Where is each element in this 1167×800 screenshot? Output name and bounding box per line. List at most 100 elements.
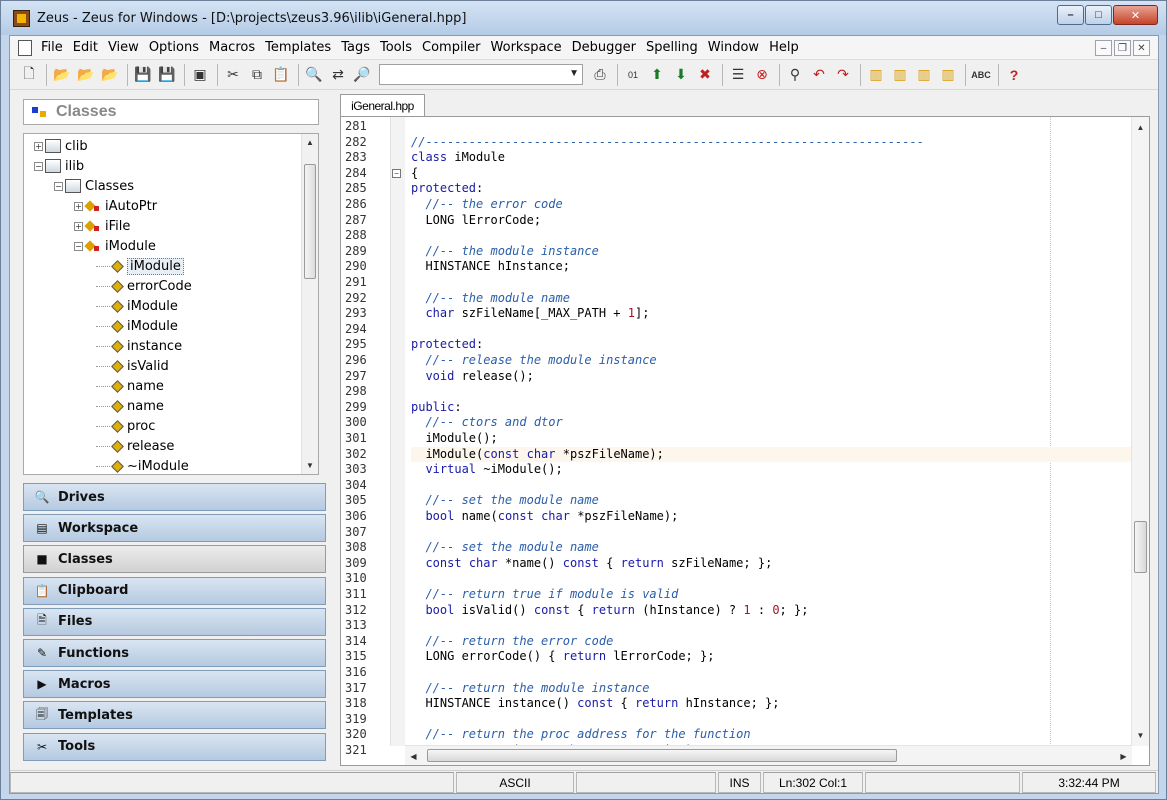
search-combo[interactable]: ▼ — [379, 64, 583, 85]
arrow-down-icon[interactable]: ⬇ — [670, 64, 692, 86]
code-line[interactable]: //-- set the module name — [411, 493, 1131, 509]
vertical-scrollbar[interactable]: ▲ ▼ — [1131, 117, 1149, 746]
menu-tags[interactable]: Tags — [336, 40, 375, 55]
tree-item[interactable]: instance — [96, 336, 182, 356]
tree-item[interactable]: − iModule — [74, 236, 156, 256]
expand-icon[interactable]: + — [74, 221, 83, 231]
tree-item[interactable]: name — [96, 396, 164, 416]
menu-help[interactable]: Help — [764, 40, 804, 55]
clip-4-icon[interactable]: ▥ — [937, 64, 959, 86]
code-line[interactable] — [411, 275, 1131, 291]
code-line[interactable]: //-- return the module instance — [411, 681, 1131, 697]
copy-icon[interactable]: ⧉ — [246, 64, 268, 86]
code-area[interactable]: //--------------------------------------… — [405, 117, 1132, 757]
code-line[interactable]: //-- release the module instance — [411, 353, 1131, 369]
open-3-icon[interactable]: 📂 — [99, 64, 121, 86]
code-line[interactable] — [411, 478, 1131, 494]
mdi-restore-button[interactable]: ❐ — [1114, 40, 1131, 56]
chevron-down-icon[interactable]: ▼ — [569, 68, 579, 79]
tree-item[interactable]: iModule — [96, 256, 184, 276]
code-line[interactable]: void release(); — [411, 369, 1131, 385]
menu-macros[interactable]: Macros — [204, 40, 260, 55]
collapse-icon[interactable]: − — [74, 241, 83, 251]
menu-view[interactable]: View — [103, 40, 144, 55]
menu-compiler[interactable]: Compiler — [417, 40, 486, 55]
code-line[interactable] — [411, 571, 1131, 587]
code-line[interactable]: public: — [411, 400, 1131, 416]
code-editor[interactable]: 281 282 283 284 285 286 287 288 289 290 291 292 293 2… — [340, 116, 1150, 766]
redo-arrow-icon[interactable]: ↷ — [832, 64, 854, 86]
code-line[interactable]: LONG lErrorCode; — [411, 213, 1131, 229]
menu-window[interactable]: Window — [703, 40, 764, 55]
code-line[interactable]: //-- the module instance — [411, 244, 1131, 260]
clip-3-icon[interactable]: ▥ — [913, 64, 935, 86]
tree-item[interactable]: name — [96, 376, 164, 396]
replace-icon[interactable]: ⇄ — [327, 64, 349, 86]
code-line[interactable]: HINSTANCE hInstance; — [411, 259, 1131, 275]
code-line[interactable]: //-- return the error code — [411, 634, 1131, 650]
expand-icon[interactable]: + — [74, 201, 83, 211]
zeus-app-icon[interactable] — [13, 10, 30, 27]
tool-icon[interactable]: ⊗ — [751, 64, 773, 86]
save-all-icon[interactable]: 💾 — [156, 64, 178, 86]
find-files-icon[interactable]: 🔎 — [351, 64, 373, 86]
panel-button-functions[interactable]: ✎ Functions — [23, 639, 326, 667]
code-line[interactable] — [411, 712, 1131, 728]
tree-item[interactable]: + iFile — [74, 216, 130, 236]
minimize-button[interactable]: – — [1057, 5, 1084, 25]
menu-options[interactable]: Options — [144, 40, 204, 55]
find-icon[interactable]: 🔍 — [303, 64, 325, 86]
code-line[interactable] — [411, 525, 1131, 541]
tree-item[interactable]: + clib — [34, 136, 88, 156]
horizontal-scroll-thumb[interactable] — [427, 749, 897, 762]
panel-button-drives[interactable]: 🔍 Drives — [23, 483, 326, 511]
code-line[interactable]: protected: — [411, 181, 1131, 197]
code-line[interactable]: //-- ctors and dtor — [411, 415, 1131, 431]
fold-collapse-icon[interactable]: − — [392, 168, 401, 178]
open-2-icon[interactable]: 📂 — [75, 64, 97, 86]
code-line[interactable] — [411, 119, 1131, 135]
spy-icon[interactable]: ⚲ — [784, 64, 806, 86]
panel-button-tools[interactable]: ✂ Tools — [23, 732, 326, 761]
scroll-left-icon[interactable]: ◀ — [405, 748, 422, 764]
menu-templates[interactable]: Templates — [260, 40, 336, 55]
code-line[interactable] — [411, 384, 1131, 400]
tree-item[interactable]: − ilib — [34, 156, 84, 176]
code-line[interactable]: //-- the module name — [411, 291, 1131, 307]
menu-workspace[interactable]: Workspace — [486, 40, 567, 55]
print-icon[interactable]: ⎙ — [589, 64, 611, 86]
print-preview-icon[interactable]: ▣ — [189, 64, 211, 86]
mdi-minimize-button[interactable]: – — [1095, 40, 1112, 56]
menu-edit[interactable]: Edit — [68, 40, 103, 55]
tree-item[interactable]: proc — [96, 416, 155, 436]
tree-item[interactable]: − Classes — [54, 176, 134, 196]
collapse-icon[interactable]: − — [54, 181, 63, 191]
maximize-button[interactable]: □ — [1085, 5, 1112, 25]
tree-item[interactable]: ~iModule — [96, 456, 189, 474]
tree-item[interactable]: iModule — [96, 316, 178, 336]
code-line[interactable]: HINSTANCE instance() const { return hIns… — [411, 696, 1131, 712]
code-line[interactable]: //-- the error code — [411, 197, 1131, 213]
menu-spelling[interactable]: Spelling — [641, 40, 703, 55]
clip-1-icon[interactable]: ▥ — [865, 64, 887, 86]
spell-icon[interactable]: ABC — [970, 64, 992, 86]
tree-item[interactable]: iModule — [96, 296, 178, 316]
code-line[interactable]: char szFileName[_MAX_PATH + 1]; — [411, 306, 1131, 322]
arrow-up-icon[interactable]: ⬆ — [646, 64, 668, 86]
code-line[interactable]: { — [411, 166, 1131, 182]
document-icon[interactable] — [18, 39, 32, 56]
code-line[interactable]: LONG errorCode() { return lErrorCode; }; — [411, 649, 1131, 665]
code-line[interactable]: protected: — [411, 337, 1131, 353]
horizontal-scrollbar[interactable]: ◀ ▶ — [405, 745, 1132, 765]
panel-button-classes[interactable]: ■ Classes — [23, 545, 326, 574]
hex-icon[interactable]: 01 — [622, 64, 644, 86]
code-line[interactable]: //-- set the module name — [411, 540, 1131, 556]
clip-2-icon[interactable]: ▥ — [889, 64, 911, 86]
panel-button-templates[interactable]: 🗐 Templates — [23, 701, 326, 730]
tree-item[interactable]: isValid — [96, 356, 169, 376]
code-line[interactable]: class iModule — [411, 150, 1131, 166]
code-line[interactable] — [411, 322, 1131, 338]
menu-file[interactable]: File — [36, 40, 68, 55]
code-line[interactable]: bool name(const char *pszFileName); — [411, 509, 1131, 525]
current-code-line[interactable]: iModule(const char *pszFileName); — [411, 446, 1131, 463]
